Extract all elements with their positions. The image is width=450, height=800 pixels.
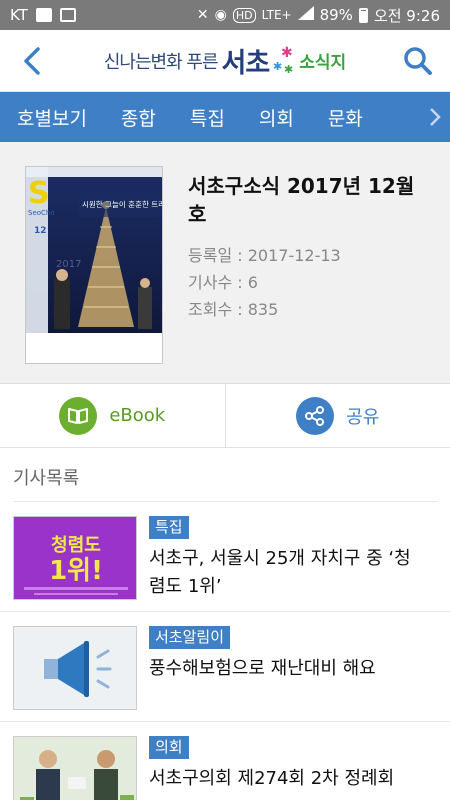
search-button[interactable]: [400, 41, 436, 81]
view-count: 조회수 : 835: [188, 300, 279, 319]
action-bar: eBook 공유: [0, 384, 450, 448]
article-body: 의회 서초구의회 제274회 2차 정례회: [149, 736, 424, 800]
carrier-label: KT: [10, 6, 28, 24]
article-count: 기사수 : 6: [188, 273, 258, 292]
cover-letter: S: [28, 176, 50, 211]
ebook-button[interactable]: eBook: [0, 384, 225, 447]
article-thumbnail: [13, 736, 137, 800]
svg-text:시원한 그늘이 훈훈한 트리로: 시원한 그늘이 훈훈한 트리로: [82, 199, 163, 209]
hd-icon: HD: [232, 7, 256, 23]
image-icon: [59, 8, 76, 22]
battery-icon: [358, 7, 368, 23]
app-logo: 신나는변화 푸른 서초 ✱ ✱ ✱ 소식지: [50, 41, 400, 80]
share-button[interactable]: 공유: [224, 384, 450, 447]
article-thumbnail: 청렴도 1위!: [13, 516, 137, 600]
list-item[interactable]: 청렴도 1위! 특집 서초구, 서울시 25개 자치구 중 ‘청렴도 1위’: [0, 502, 450, 612]
category-badge: 의회: [149, 736, 189, 759]
svg-text:✱: ✱: [284, 63, 293, 76]
notification-icon: [35, 8, 52, 22]
search-icon: [404, 46, 432, 75]
app-header: 신나는변화 푸른 서초 ✱ ✱ ✱ 소식지: [0, 30, 450, 92]
svg-text:청렴도: 청렴도: [51, 535, 101, 556]
back-button[interactable]: [14, 41, 50, 81]
chevron-right-icon: [430, 108, 441, 126]
issue-summary: S SeoCho 12 시원한 그늘이 훈훈한 트리로 2017 서초구소식 2…: [0, 142, 450, 384]
megaphone-icon: [13, 626, 137, 710]
book-icon: [59, 396, 98, 435]
issue-meta: 등록일 : 2017-12-13 기사수 : 6 조회수 : 835: [188, 242, 418, 323]
svg-text:1위!: 1위!: [49, 556, 103, 586]
logo-slogan: 신나는변화 푸른: [103, 51, 219, 73]
article-list-title: 기사목록: [13, 468, 80, 489]
svg-text:✱: ✱: [281, 46, 293, 61]
network-label: LTE+: [261, 8, 292, 22]
share-icon: [296, 396, 335, 435]
battery-percent: 89%: [319, 6, 353, 24]
category-badge: 서초알림이: [149, 626, 231, 649]
issue-title: 서초구소식 2017년 12월호: [188, 174, 415, 226]
article-title: 서초구, 서울시 25개 자치구 중 ‘청렴도 1위’: [149, 548, 411, 597]
article-title: 풍수해보험으로 재난대비 해요: [149, 658, 376, 679]
tab-special[interactable]: 특집: [173, 92, 242, 142]
svg-text:✱: ✱: [273, 60, 282, 73]
mute-icon: ✕: [196, 7, 209, 23]
category-tabs: 호별보기 종합 특집 의회 문화: [0, 92, 450, 142]
logo-brand: 서초: [221, 48, 271, 79]
tabs-scroll-right[interactable]: [420, 92, 450, 142]
signal-icon: [297, 6, 314, 24]
svg-text:SeoCho: SeoCho: [28, 209, 55, 217]
status-bar: KT ✕ ◉ HD LTE+ 89% 오전 9:26: [0, 0, 450, 30]
list-item[interactable]: 서초알림이 풍수해보험으로 재난대비 해요: [0, 612, 450, 722]
article-body: 서초알림이 풍수해보험으로 재난대비 해요: [149, 626, 424, 721]
tab-culture[interactable]: 문화: [311, 92, 380, 142]
article-body: 특집 서초구, 서울시 25개 자치구 중 ‘청렴도 1위’: [149, 516, 424, 611]
logo-stars-icon: ✱ ✱ ✱: [273, 45, 295, 76]
svg-text:12: 12: [34, 226, 47, 236]
chevron-left-icon: [24, 46, 40, 75]
svg-text:2017: 2017: [56, 259, 81, 270]
list-item[interactable]: 의회 서초구의회 제274회 2차 정례회: [0, 722, 450, 800]
registered-date: 등록일 : 2017-12-13: [188, 246, 341, 265]
app-screen: KT ✕ ◉ HD LTE+ 89% 오전 9:26 신나는변화 푸른 서초 ✱…: [0, 0, 450, 800]
logo-sub: 소식지: [299, 53, 347, 73]
clock-time: 오전 9:26: [373, 6, 440, 25]
issue-cover-image[interactable]: S SeoCho 12 시원한 그늘이 훈훈한 트리로 2017: [25, 166, 163, 364]
article-title: 서초구의회 제274회 2차 정례회: [149, 768, 395, 789]
ebook-label: eBook: [109, 405, 166, 426]
tab-general[interactable]: 종합: [104, 92, 173, 142]
share-label: 공유: [346, 406, 380, 428]
issue-info: 서초구소식 2017년 12월호 등록일 : 2017-12-13 기사수 : …: [188, 166, 418, 383]
alarm-icon: ◉: [214, 7, 227, 23]
category-badge: 특집: [149, 516, 189, 539]
tab-council[interactable]: 의회: [242, 92, 311, 142]
tab-issues[interactable]: 호별보기: [0, 92, 104, 142]
